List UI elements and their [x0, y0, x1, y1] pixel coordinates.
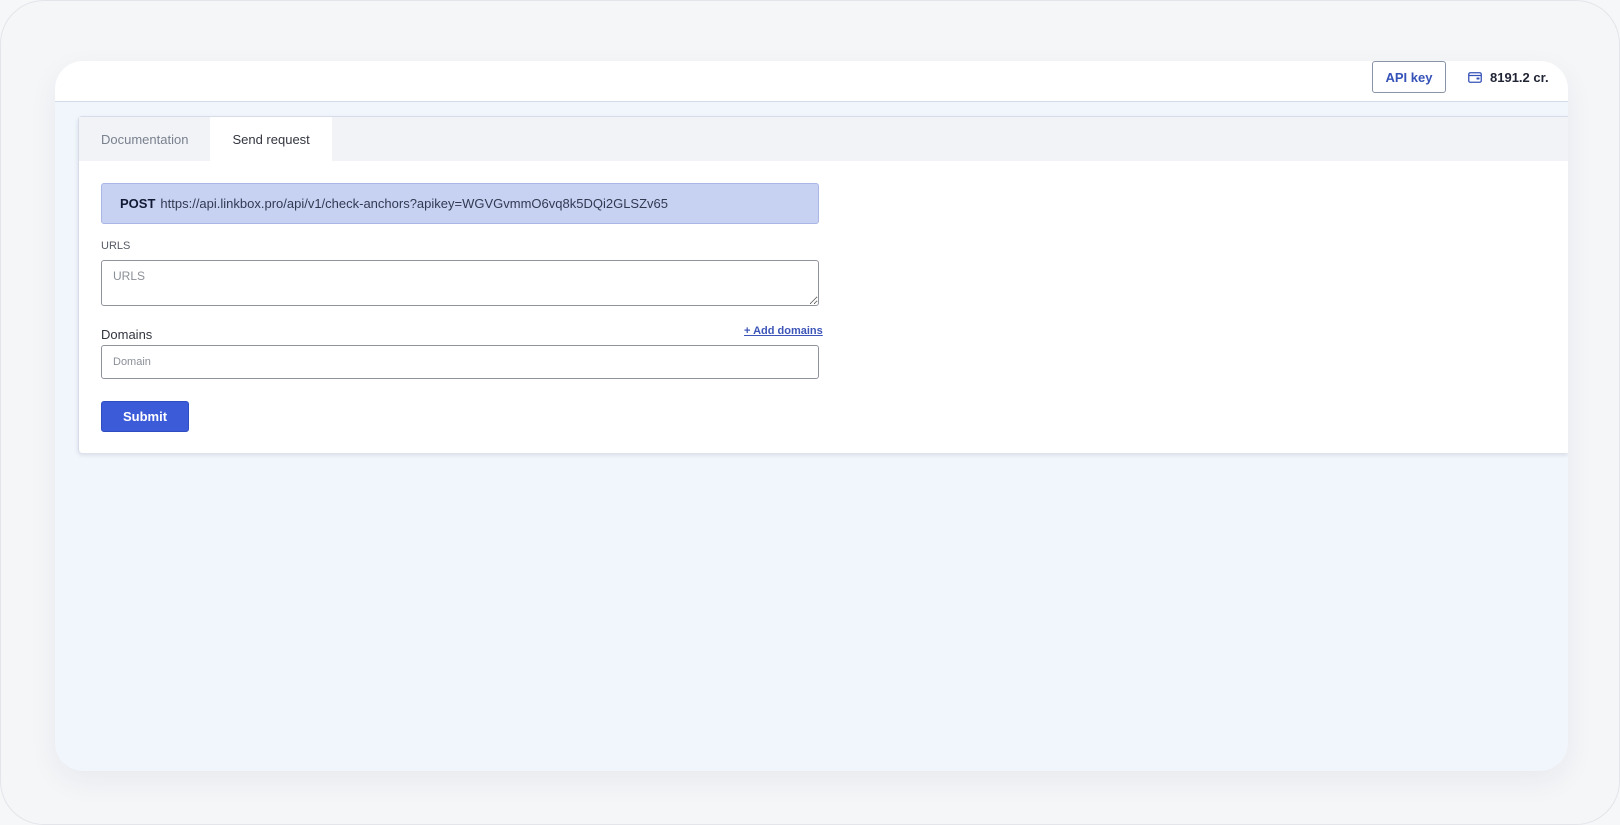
outer-frame: API key 8191.2 cr. Documentation Send re… — [0, 0, 1620, 825]
domain-input[interactable] — [101, 345, 819, 379]
urls-label: URLS — [101, 240, 131, 252]
domains-label: Domains — [101, 327, 153, 342]
urls-textarea[interactable] — [101, 260, 819, 306]
top-header: API key 8191.2 cr. — [55, 61, 1568, 102]
credits-balance: 8191.2 cr. — [1468, 67, 1549, 87]
credits-value: 8191.2 cr. — [1490, 69, 1549, 85]
api-key-button[interactable]: API key — [1372, 61, 1446, 93]
endpoint-bar: POST https://api.linkbox.pro/api/v1/chec… — [101, 183, 819, 224]
app-window: API key 8191.2 cr. Documentation Send re… — [55, 61, 1568, 771]
add-domains-link[interactable]: + Add domains — [744, 325, 823, 337]
submit-button[interactable]: Submit — [101, 401, 189, 432]
tab-bar: Documentation Send request — [79, 117, 1568, 161]
tab-send-request[interactable]: Send request — [210, 117, 332, 161]
endpoint-url: https://api.linkbox.pro/api/v1/check-anc… — [160, 196, 668, 211]
request-card: Documentation Send request POST https://… — [78, 116, 1568, 453]
wallet-icon — [1468, 72, 1482, 83]
tab-documentation[interactable]: Documentation — [79, 117, 210, 161]
http-method: POST — [120, 196, 156, 211]
